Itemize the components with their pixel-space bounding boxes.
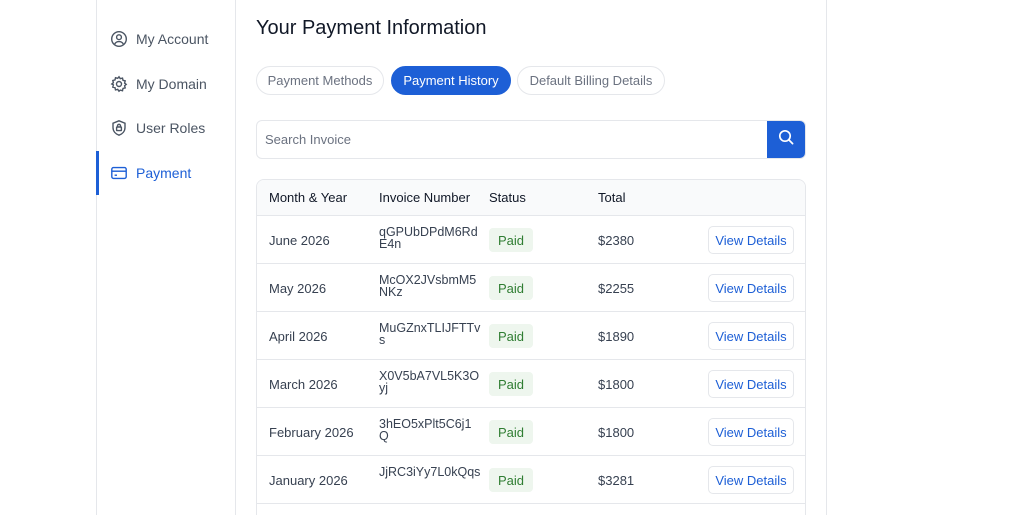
table-row: June 2026 qGPUbDPdM6RdE4n Paid $2380 Vie… bbox=[257, 216, 805, 264]
month-cell: June 2026 bbox=[269, 233, 330, 248]
search-icon bbox=[777, 128, 795, 151]
month-cell: March 2026 bbox=[269, 377, 338, 392]
status-badge: Paid bbox=[489, 420, 534, 444]
page-title: Your Payment Information bbox=[256, 17, 487, 39]
status-badge: Paid bbox=[489, 276, 534, 300]
sidebar-item-my-domain[interactable]: My Domain bbox=[96, 62, 236, 106]
search-bar bbox=[256, 120, 806, 159]
invoice-number-cell: MuGZnxTLIJFTTvs bbox=[379, 321, 481, 347]
table-row: January 2026 JjRC3iYy7L0kQqs Paid $3281 … bbox=[257, 456, 805, 504]
search-input[interactable] bbox=[257, 121, 769, 158]
table-row: March 2026 X0V5bA7VL5K3Oyj Paid $1800 Vi… bbox=[257, 360, 805, 408]
table-row: February 2026 3hEO5xPlt5C6j1Q Paid $1800… bbox=[257, 408, 805, 456]
column-header-month: Month & Year bbox=[269, 190, 348, 205]
view-details-button[interactable]: View Details bbox=[708, 418, 794, 446]
user-circle-icon bbox=[110, 30, 128, 48]
table-row: May 2026 McOX2JVsbmM5NKz Paid $2255 View… bbox=[257, 264, 805, 312]
table-header: Month & Year Invoice Number Status Total bbox=[257, 180, 805, 216]
tab-default-billing-details[interactable]: Default Billing Details bbox=[517, 66, 665, 95]
sidebar-item-label: User Roles bbox=[136, 120, 206, 136]
invoice-number-cell: qGPUbDPdM6RdE4n bbox=[379, 225, 478, 251]
gear-icon bbox=[110, 75, 128, 93]
credit-card-icon bbox=[110, 164, 128, 182]
invoice-number-cell: X0V5bA7VL5K3Oyj bbox=[379, 369, 480, 395]
view-details-button[interactable]: View Details bbox=[708, 370, 794, 398]
total-cell: $2255 bbox=[598, 281, 635, 296]
column-header-status: Status bbox=[489, 190, 526, 205]
total-cell: $3281 bbox=[598, 473, 635, 488]
column-header-total: Total bbox=[598, 190, 626, 205]
invoice-number-cell: McOX2JVsbmM5NKz bbox=[379, 273, 477, 299]
invoice-number-cell: JjRC3iYy7L0kQqs bbox=[379, 465, 481, 479]
tab-payment-history[interactable]: Payment History bbox=[391, 66, 511, 95]
total-cell: $1800 bbox=[598, 377, 635, 392]
tab-bar: Payment Methods Payment History Default … bbox=[256, 66, 806, 96]
sidebar-item-label: My Domain bbox=[136, 76, 207, 92]
view-details-button[interactable]: View Details bbox=[708, 226, 794, 254]
status-badge: Paid bbox=[489, 324, 534, 348]
column-header-invoice: Invoice Number bbox=[379, 190, 471, 205]
view-details-button[interactable]: View Details bbox=[708, 322, 794, 350]
status-badge: Paid bbox=[489, 468, 534, 492]
month-cell: January 2026 bbox=[269, 473, 348, 488]
sidebar: My Account My Domain User Roles Payment bbox=[96, 0, 236, 515]
total-cell: $1890 bbox=[598, 329, 635, 344]
sidebar-item-label: Payment bbox=[136, 165, 192, 181]
invoice-number-cell: 3hEO5xPlt5C6j1Q bbox=[379, 417, 472, 443]
shield-icon bbox=[110, 119, 128, 137]
payment-history-table: Month & Year Invoice Number Status Total… bbox=[256, 179, 806, 515]
sidebar-item-payment[interactable]: Payment bbox=[96, 151, 236, 195]
sidebar-item-user-roles[interactable]: User Roles bbox=[96, 106, 236, 150]
status-badge: Paid bbox=[489, 372, 534, 396]
status-badge: Paid bbox=[489, 228, 534, 252]
total-cell: $1800 bbox=[598, 425, 635, 440]
sidebar-item-my-account[interactable]: My Account bbox=[96, 17, 236, 61]
sidebar-item-label: My Account bbox=[136, 31, 209, 47]
view-details-button[interactable]: View Details bbox=[708, 466, 794, 494]
tab-payment-methods[interactable]: Payment Methods bbox=[256, 66, 384, 95]
search-button[interactable] bbox=[767, 121, 805, 158]
view-details-button[interactable]: View Details bbox=[708, 274, 794, 302]
month-cell: February 2026 bbox=[269, 425, 354, 440]
total-cell: $2380 bbox=[598, 233, 635, 248]
month-cell: May 2026 bbox=[269, 281, 327, 296]
table-row: April 2026 MuGZnxTLIJFTTvs Paid $1890 Vi… bbox=[257, 312, 805, 360]
month-cell: April 2026 bbox=[269, 329, 328, 344]
